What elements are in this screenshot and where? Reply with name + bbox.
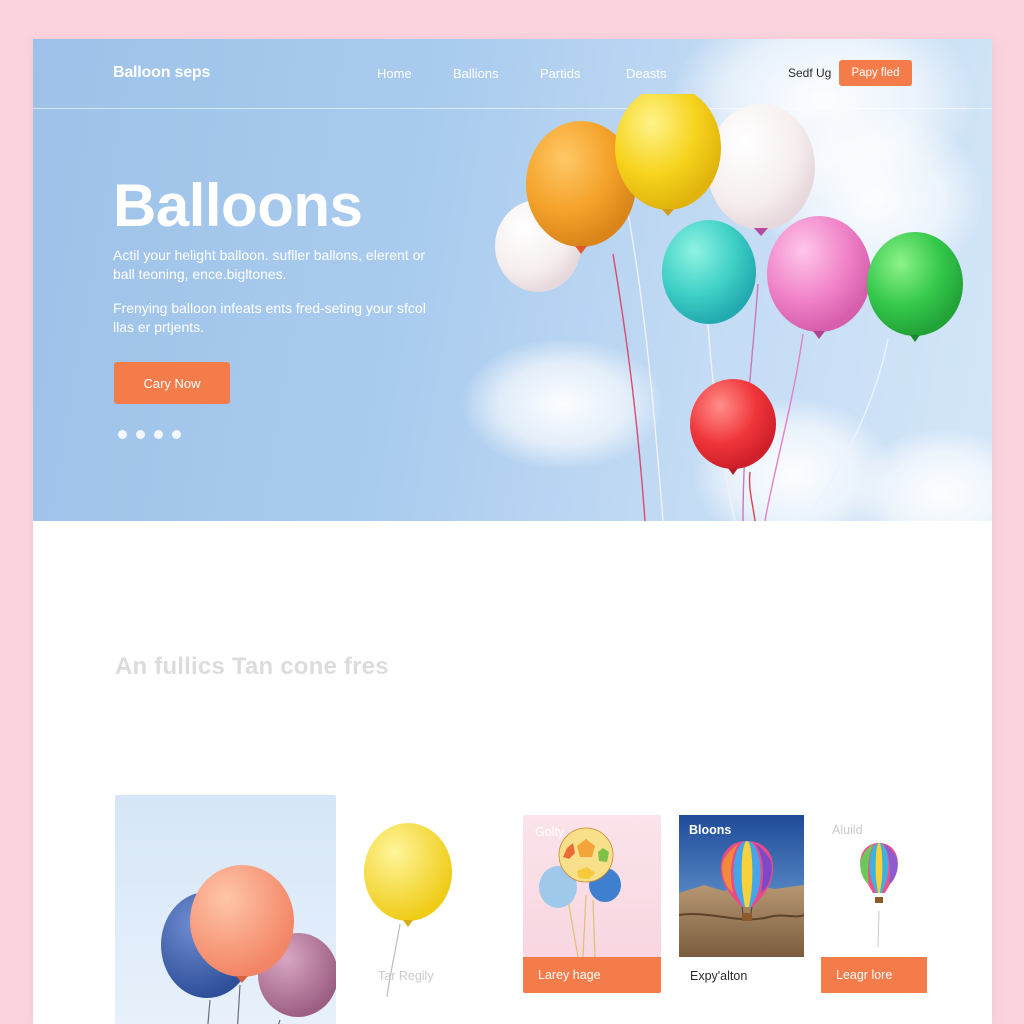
hero-cta-button[interactable]: Cary Now xyxy=(114,362,230,404)
carousel-dot[interactable] xyxy=(172,430,181,439)
card-label: Tar Regily xyxy=(378,969,434,983)
product-card[interactable] xyxy=(115,795,336,1024)
product-card[interactable]: Tar Regily xyxy=(360,814,506,997)
carousel-dot[interactable] xyxy=(136,430,145,439)
product-card[interactable]: Aluild Leagr lore xyxy=(821,815,927,993)
carousel-dot[interactable] xyxy=(154,430,163,439)
carousel-dots xyxy=(118,430,181,439)
section-title: An fullics Tan cone fres xyxy=(115,653,389,680)
card-action-band[interactable]: Leagr lore xyxy=(821,957,927,993)
carousel-dot[interactable] xyxy=(118,430,127,439)
page: Balloon seps Home Ballions Partids Deast… xyxy=(33,39,992,1024)
hero-title: Balloons xyxy=(113,172,363,239)
card-caption: Expy'alton xyxy=(690,969,748,983)
nav-link-parties[interactable]: Partids xyxy=(540,66,580,81)
hero-section: Balloon seps Home Ballions Partids Deast… xyxy=(33,39,992,521)
balloon-trio-image xyxy=(161,865,336,1024)
nav-link-deals[interactable]: Deasts xyxy=(626,66,666,81)
product-card[interactable]: Bloons Expy'alton xyxy=(679,815,804,993)
hero-paragraph: Frenying balloon infeats ents fred-setin… xyxy=(113,300,426,335)
hero-paragraph: Actil your helight balloon. sufller ball… xyxy=(113,247,426,282)
balloon-cluster-illustration xyxy=(495,94,963,521)
sign-up-link[interactable]: Sedf Ug xyxy=(788,66,831,80)
nav-link-balloons[interactable]: Ballions xyxy=(453,66,499,81)
brand-logo[interactable]: Balloon seps xyxy=(113,64,210,82)
card-label: Golty xyxy=(535,825,565,839)
product-card[interactable]: Golty Larey hage xyxy=(523,815,661,993)
nav-link-home[interactable]: Home xyxy=(377,66,412,81)
nav-cta-button[interactable]: Papy fled xyxy=(839,60,912,86)
card-label: Aluild xyxy=(832,823,863,837)
card-label: Bloons xyxy=(689,823,732,837)
card-action-band[interactable]: Larey hage xyxy=(523,957,661,993)
